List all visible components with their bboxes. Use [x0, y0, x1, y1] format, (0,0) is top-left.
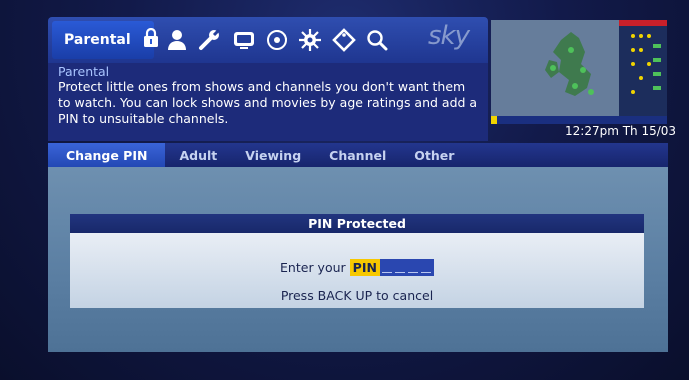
- person-icon[interactable]: [166, 29, 188, 51]
- live-tv-preview: [491, 20, 667, 124]
- description-panel: Parental Protect little ones from shows …: [48, 63, 488, 141]
- top-menu-bar: Parental sky: [48, 17, 488, 63]
- weather-map-image: [491, 20, 667, 124]
- clock: 12:27pm Th 15/03: [565, 124, 677, 138]
- tab-bar: Change PIN Adult Viewing Channel Other: [48, 143, 668, 167]
- tab-channel[interactable]: Channel: [315, 143, 400, 167]
- gear-sun-icon[interactable]: [298, 28, 322, 52]
- lock-icon: [143, 27, 159, 52]
- pin-prompt: Enter your PIN: [70, 233, 644, 276]
- pin-label: PIN: [349, 259, 380, 276]
- tab-adult[interactable]: Adult: [165, 143, 231, 167]
- tv-icon[interactable]: [232, 29, 256, 51]
- cancel-hint: Press BACK UP to cancel: [280, 288, 434, 303]
- menu-icons: [166, 23, 388, 57]
- wrench-icon[interactable]: [198, 29, 222, 51]
- dialog-body: Enter your PIN Press BACK UP to cancel: [70, 233, 644, 308]
- search-icon[interactable]: [366, 29, 388, 51]
- pin-dialog: PIN Protected Enter your PIN Press BACK …: [70, 214, 644, 308]
- pin-prompt-text: Enter your: [280, 260, 346, 275]
- description-body: Protect little ones from shows and chann…: [58, 79, 478, 126]
- menu-item-parental[interactable]: Parental: [52, 21, 158, 59]
- content-area: PIN Protected Enter your PIN Press BACK …: [48, 167, 668, 352]
- menu-item-label: Parental: [64, 32, 131, 48]
- sky-logo: sky: [428, 21, 470, 51]
- pin-input[interactable]: [379, 259, 434, 276]
- tab-other[interactable]: Other: [400, 143, 468, 167]
- dialog-title: PIN Protected: [70, 214, 644, 233]
- tab-change-pin[interactable]: Change PIN: [48, 143, 166, 167]
- tab-viewing[interactable]: Viewing: [231, 143, 315, 167]
- tab-bar-filler: [468, 143, 668, 167]
- disc-icon[interactable]: [266, 29, 288, 51]
- sky-parental-screen: Parental sky Parental Protect little one…: [0, 0, 689, 380]
- description-title: Parental: [58, 64, 110, 79]
- tag-icon[interactable]: [332, 28, 356, 52]
